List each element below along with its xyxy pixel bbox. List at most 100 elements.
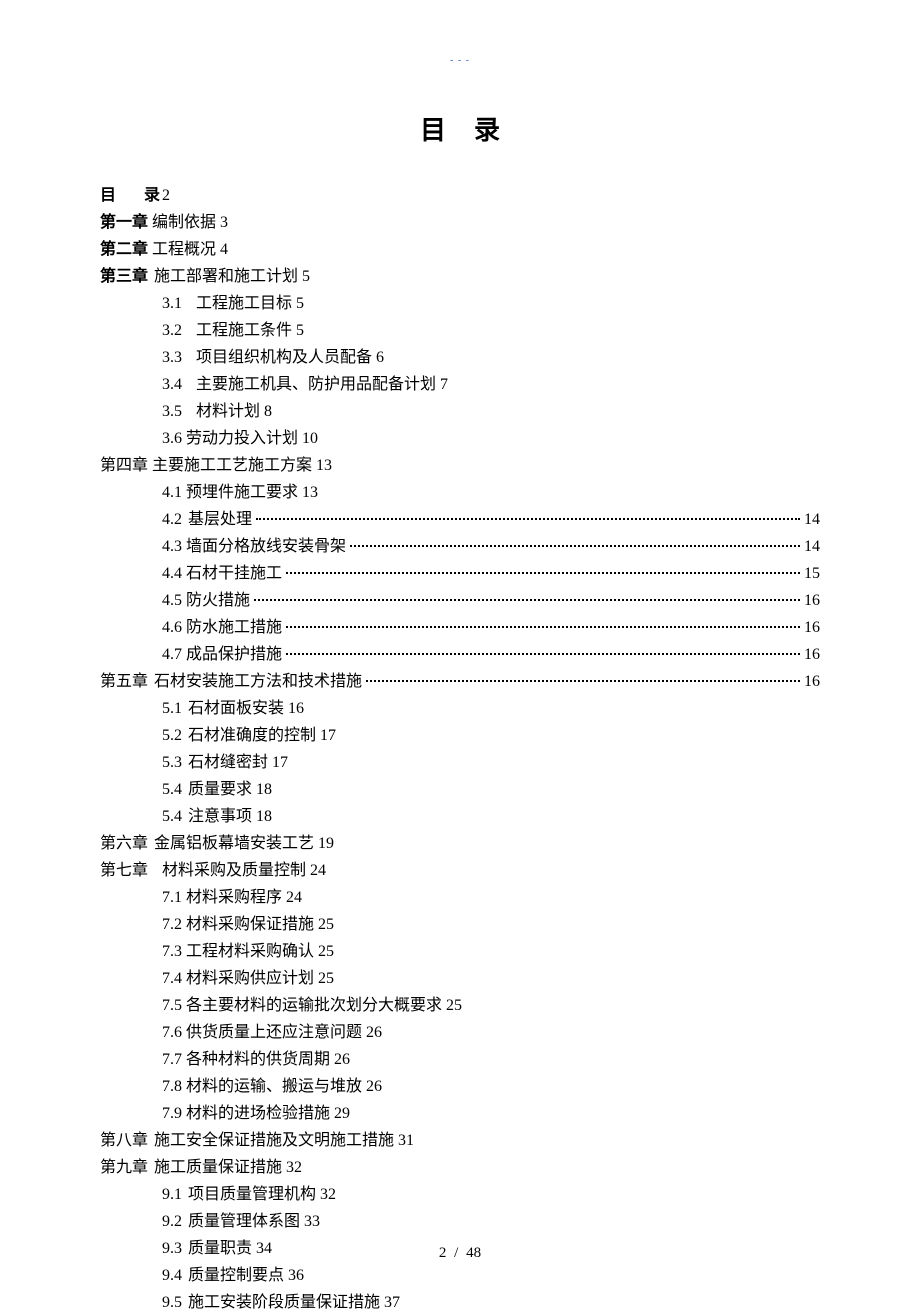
toc-section-title: 材料的运输、搬运与堆放 xyxy=(186,1078,362,1095)
toc-section-title: 注意事项 xyxy=(188,808,252,825)
toc-page: 25 xyxy=(318,916,334,933)
toc-page: 18 xyxy=(256,781,272,798)
toc-section-num: 3.4 xyxy=(162,371,182,398)
toc-section-num: 5.2 xyxy=(162,722,182,749)
footer-current-page: 2 xyxy=(439,1245,447,1261)
toc-entry-ch5: 第五章石材安装施工方法和技术措施 16 xyxy=(100,668,820,695)
toc-section-title: 石材面板安装 xyxy=(188,700,284,717)
toc-entry-ch1: 第一章 编制依据 3 xyxy=(100,209,820,236)
toc-entry-ch4: 第四章 主要施工工艺施工方案 13 xyxy=(100,452,820,479)
toc-chapter-label: 第三章 xyxy=(100,268,148,285)
toc-label2: 录 xyxy=(144,187,160,204)
toc-entry-ch4-s7: 4.7 成品保护措施 16 xyxy=(100,641,820,668)
toc-section-title: 各主要材料的运输批次划分大概要求 xyxy=(186,997,442,1014)
toc-page: 7 xyxy=(440,376,448,393)
toc-page: 25 xyxy=(318,943,334,960)
toc-section-num: 3.1 xyxy=(162,290,182,317)
dot-leader xyxy=(254,599,800,601)
footer-total-pages: 48 xyxy=(466,1245,481,1261)
toc-chapter-label: 第二章 xyxy=(100,241,148,258)
toc-page: 19 xyxy=(318,835,334,852)
toc-page: 4 xyxy=(220,241,228,258)
toc-page: 5 xyxy=(296,295,304,312)
toc-section-title: 材料采购程序 xyxy=(186,889,282,906)
toc-section-title: 劳动力投入计划 xyxy=(186,430,298,447)
toc-entry-ch4-s2: 4.2基层处理 14 xyxy=(100,506,820,533)
toc-entry-ch4-s4: 4.4 石材干挂施工 15 xyxy=(100,560,820,587)
toc-section-num: 5.4 xyxy=(162,803,182,830)
toc-section-title: 防火措施 xyxy=(186,592,250,609)
toc-section-title: 预埋件施工要求 xyxy=(186,484,298,501)
toc-section-title: 材料采购供应计划 xyxy=(186,970,314,987)
toc-page: 6 xyxy=(376,349,384,366)
toc-page: 16 xyxy=(804,668,820,695)
toc-entry-ch4-s6: 4.6 防水施工措施 16 xyxy=(100,614,820,641)
toc-page: 33 xyxy=(304,1213,320,1230)
toc-section-title: 项目质量管理机构 xyxy=(188,1186,316,1203)
toc-section-title: 成品保护措施 xyxy=(186,646,282,663)
toc-section-num: 3.2 xyxy=(162,317,182,344)
toc-section-num: 4.7 xyxy=(162,646,182,663)
toc-entry-ch7-s4: 7.4 材料采购供应计划 25 xyxy=(100,965,820,992)
toc-section-title: 项目组织机构及人员配备 xyxy=(196,349,372,366)
toc-section-title: 工程材料采购确认 xyxy=(186,943,314,960)
toc-chapter-title: 金属铝板幕墙安装工艺 xyxy=(154,835,314,852)
toc-page: 8 xyxy=(264,403,272,420)
toc-page: 26 xyxy=(366,1024,382,1041)
toc-section-num: 3.3 xyxy=(162,344,182,371)
toc-entry-ch5-s1: 5.1石材面板安装 16 xyxy=(100,695,820,722)
toc-page: 26 xyxy=(366,1078,382,1095)
toc-chapter-label: 第四章 xyxy=(100,457,148,474)
toc-chapter-title: 编制依据 xyxy=(152,214,216,231)
toc-section-num: 7.3 xyxy=(162,938,182,965)
toc-section-title: 工程施工条件 xyxy=(196,322,292,339)
toc-section-title: 主要施工机具、防护用品配备计划 xyxy=(196,376,436,393)
toc-page: 13 xyxy=(316,457,332,474)
toc-page: 13 xyxy=(302,484,318,501)
toc-section-num: 7.5 xyxy=(162,992,182,1019)
toc-page: 16 xyxy=(288,700,304,717)
toc-chapter-label: 第七章 xyxy=(100,862,148,879)
toc-label: 目 xyxy=(100,187,116,204)
toc-chapter-label: 第五章 xyxy=(100,673,148,690)
toc-entry-ch2: 第二章 工程概况 4 xyxy=(100,236,820,263)
toc-page: 32 xyxy=(286,1159,302,1176)
page-title: 目录 xyxy=(100,110,820,147)
toc-section-num: 7.9 xyxy=(162,1100,182,1127)
toc-page: 24 xyxy=(286,889,302,906)
toc-section-num: 5.4 xyxy=(162,776,182,803)
toc-section-num: 9.4 xyxy=(162,1262,182,1289)
toc-entry-ch7-s2: 7.2 材料采购保证措施 25 xyxy=(100,911,820,938)
toc-chapter-label: 第一章 xyxy=(100,214,148,231)
toc-section-title: 石材准确度的控制 xyxy=(188,727,316,744)
dot-leader xyxy=(286,653,800,655)
toc-entry-ch7-s1: 7.1 材料采购程序 24 xyxy=(100,884,820,911)
toc-section-num: 4.1 xyxy=(162,479,182,506)
toc-page: 14 xyxy=(804,533,820,560)
toc-section-num: 4.4 xyxy=(162,565,182,582)
toc-entry-ch4-s1: 4.1 预埋件施工要求 13 xyxy=(100,479,820,506)
toc-entry-ch9-s4: 9.4质量控制要点 36 xyxy=(100,1262,820,1289)
toc-page: 14 xyxy=(804,506,820,533)
toc-section-num: 3.5 xyxy=(162,398,182,425)
toc-section-title: 石材干挂施工 xyxy=(186,565,282,582)
toc-page: 31 xyxy=(398,1132,414,1149)
dot-leader xyxy=(286,572,800,574)
toc-section-num: 7.1 xyxy=(162,884,182,911)
toc-entry-ch9-s1: 9.1项目质量管理机构 32 xyxy=(100,1181,820,1208)
toc-section-num: 4.2 xyxy=(162,511,182,528)
toc-section-num: 9.3 xyxy=(162,1235,182,1262)
toc-section-title: 施工安装阶段质量保证措施 xyxy=(188,1294,380,1311)
dot-leader xyxy=(366,680,800,682)
toc-section-num: 7.6 xyxy=(162,1019,182,1046)
toc-entry-ch7-s7: 7.7 各种材料的供货周期 26 xyxy=(100,1046,820,1073)
toc-section-title: 质量管理体系图 xyxy=(188,1213,300,1230)
toc-page: 25 xyxy=(318,970,334,987)
toc-section-num: 5.3 xyxy=(162,749,182,776)
toc-page: 24 xyxy=(310,862,326,879)
toc-entry-ch7-s6: 7.6 供货质量上还应注意问题 26 xyxy=(100,1019,820,1046)
toc-section-num: 7.2 xyxy=(162,911,182,938)
toc-entry-ch5-s2: 5.2石材准确度的控制 17 xyxy=(100,722,820,749)
toc-page: 5 xyxy=(302,268,310,285)
dot-leader xyxy=(256,518,800,520)
